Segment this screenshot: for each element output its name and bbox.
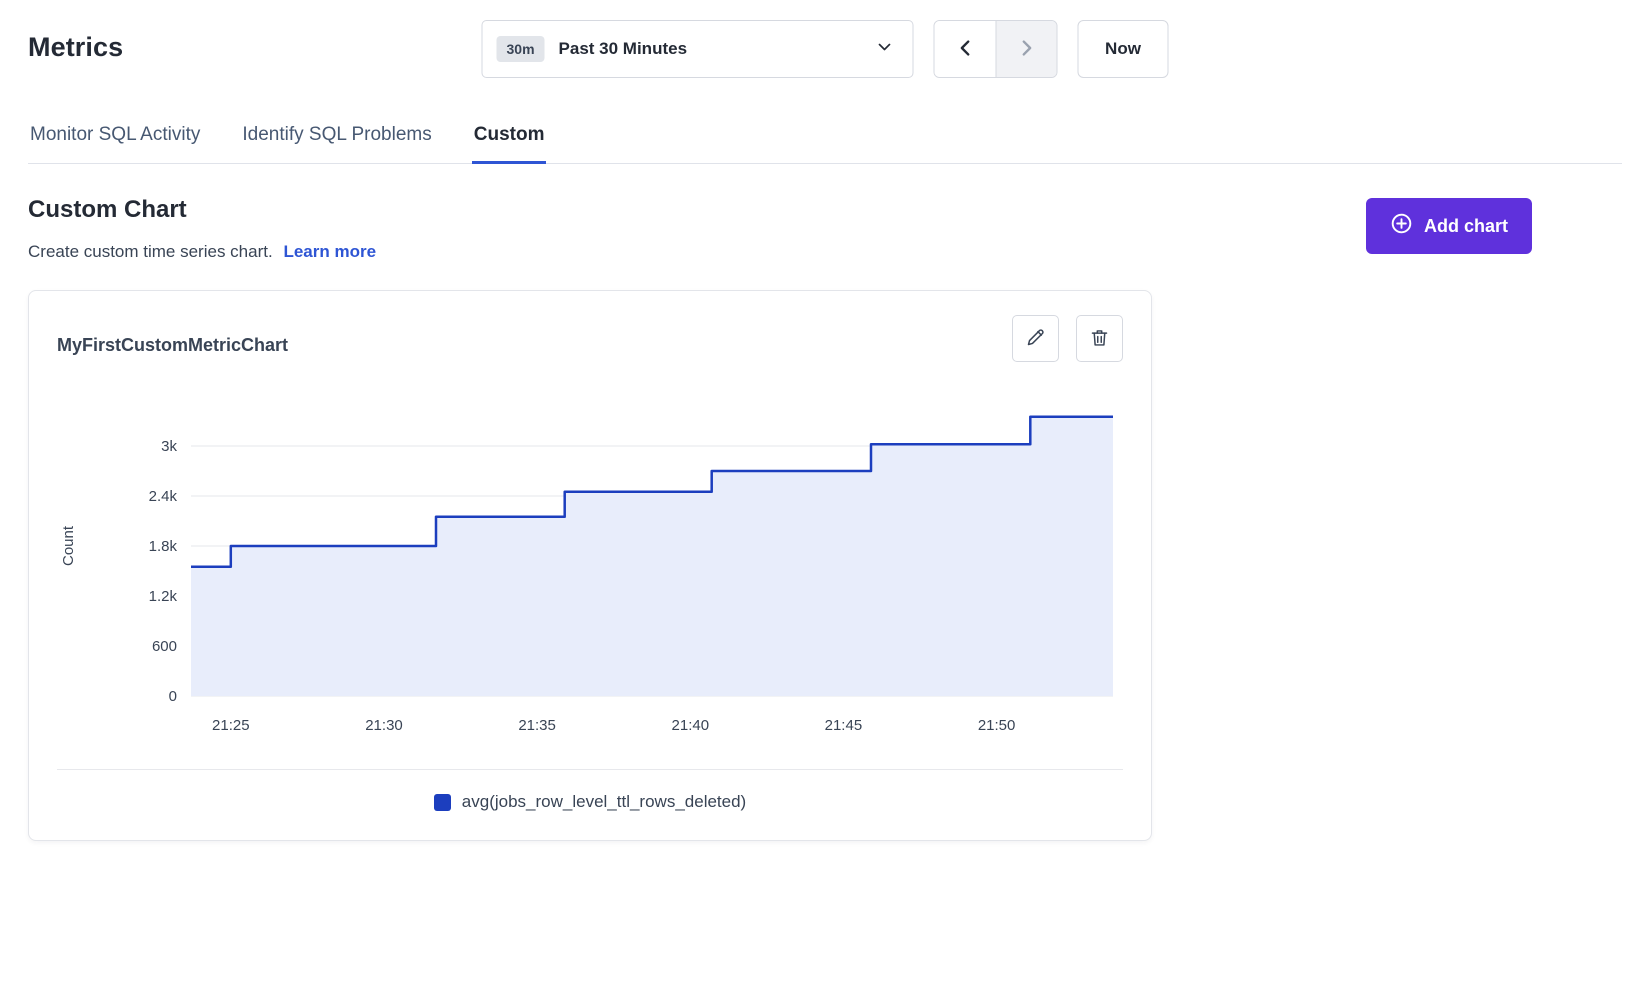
chart-card: MyFirstCustomMetricChart 0 600 1.2k 1.8k 2.4… bbox=[28, 290, 1152, 841]
series-area bbox=[191, 417, 1113, 696]
custom-chart-intro: Custom Chart Create custom time series c… bbox=[28, 196, 376, 262]
learn-more-link[interactable]: Learn more bbox=[283, 242, 376, 261]
y-tick-label: 600 bbox=[152, 638, 177, 655]
edit-chart-button[interactable] bbox=[1012, 315, 1059, 362]
delete-trash-icon bbox=[1089, 327, 1110, 351]
time-controls: 30m Past 30 Minutes Now bbox=[482, 20, 1169, 78]
section-subtitle-text: Create custom time series chart. bbox=[28, 242, 273, 261]
tab-monitor-sql-activity[interactable]: Monitor SQL Activity bbox=[28, 118, 202, 164]
custom-chart-section-header: Custom Chart Create custom time series c… bbox=[28, 196, 1532, 262]
card-divider bbox=[57, 769, 1123, 770]
tab-identify-sql-problems[interactable]: Identify SQL Problems bbox=[240, 118, 433, 164]
tab-custom[interactable]: Custom bbox=[472, 118, 547, 164]
chart-legend: avg(jobs_row_level_ttl_rows_deleted) bbox=[57, 792, 1123, 812]
chevron-left-icon bbox=[954, 37, 976, 62]
metrics-tabs: Monitor SQL Activity Identify SQL Proble… bbox=[28, 118, 1622, 164]
add-chart-button[interactable]: Add chart bbox=[1366, 198, 1532, 254]
legend-label[interactable]: avg(jobs_row_level_ttl_rows_deleted) bbox=[462, 792, 746, 812]
x-tick-label: 21:30 bbox=[365, 717, 403, 734]
y-tick-label: 1.8k bbox=[149, 538, 178, 555]
header: Metrics 30m Past 30 Minutes bbox=[28, 20, 1622, 98]
delete-chart-button[interactable] bbox=[1076, 315, 1123, 362]
y-tick-label: 1.2k bbox=[149, 588, 178, 605]
time-forward-button[interactable] bbox=[996, 21, 1057, 77]
chart-card-header: MyFirstCustomMetricChart bbox=[57, 315, 1123, 362]
time-range-dropdown[interactable]: 30m Past 30 Minutes bbox=[482, 20, 914, 78]
y-tick-label: 0 bbox=[169, 688, 177, 705]
legend-swatch bbox=[434, 794, 451, 811]
section-subtitle: Create custom time series chart. Learn m… bbox=[28, 242, 376, 262]
time-back-button[interactable] bbox=[935, 21, 996, 77]
y-tick-label: 2.4k bbox=[149, 488, 178, 505]
x-tick-label: 21:25 bbox=[212, 717, 250, 734]
time-step-buttons bbox=[934, 20, 1058, 78]
add-chart-label: Add chart bbox=[1424, 216, 1508, 237]
x-tick-label: 21:50 bbox=[978, 717, 1016, 734]
x-tick-label: 21:40 bbox=[672, 717, 710, 734]
section-title: Custom Chart bbox=[28, 196, 376, 224]
edit-pencil-icon bbox=[1025, 327, 1046, 351]
time-range-badge: 30m bbox=[497, 36, 545, 62]
chart-svg: 0 600 1.2k 1.8k 2.4k 3k 21:25 21:30 21:35 21:40 21… bbox=[57, 372, 1123, 754]
metrics-page: Metrics 30m Past 30 Minutes bbox=[0, 0, 1650, 841]
chevron-right-icon bbox=[1016, 37, 1038, 62]
chart-title: MyFirstCustomMetricChart bbox=[57, 315, 288, 356]
y-tick-label: 3k bbox=[161, 438, 177, 455]
circle-plus-icon bbox=[1390, 212, 1413, 240]
chevron-down-icon bbox=[875, 37, 895, 62]
now-button[interactable]: Now bbox=[1078, 20, 1169, 78]
y-axis-label: Count bbox=[60, 525, 77, 566]
x-tick-label: 21:35 bbox=[518, 717, 556, 734]
time-range-label: Past 30 Minutes bbox=[559, 39, 861, 59]
chart-card-actions bbox=[1012, 315, 1123, 362]
time-series-chart: 0 600 1.2k 1.8k 2.4k 3k 21:25 21:30 21:35 21:40 21… bbox=[57, 372, 1123, 759]
x-tick-label: 21:45 bbox=[825, 717, 863, 734]
